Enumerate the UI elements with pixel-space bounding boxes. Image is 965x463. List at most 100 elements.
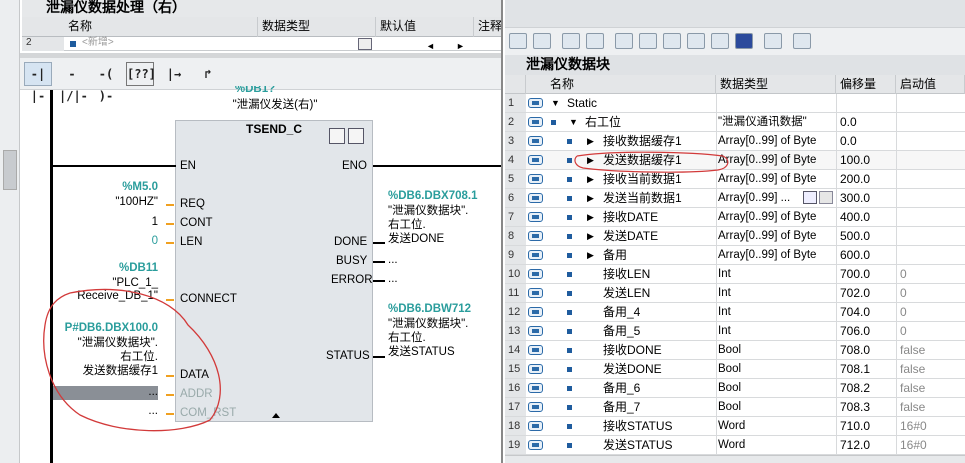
row-start-value[interactable]: false (900, 360, 925, 378)
done-symbol-1[interactable]: "泄漏仪数据块". (388, 204, 468, 218)
db-table-row[interactable]: 1 ▼ Static (505, 94, 965, 113)
row-name[interactable]: 接收数据缓存1 (603, 132, 682, 150)
diagnostics-icon[interactable] (348, 128, 364, 144)
load-start-icon[interactable] (615, 33, 633, 49)
row-name[interactable]: 发送当前数据1 (603, 189, 682, 207)
row-start-value[interactable]: 0 (900, 303, 907, 321)
close-branch-button[interactable]: ↱ (194, 62, 222, 86)
expand-down-icon[interactable]: ▼ (569, 113, 578, 131)
keep-values-icon[interactable] (764, 33, 782, 49)
row-name[interactable]: 备用_5 (603, 322, 640, 340)
resize-icon[interactable]: ◄ (426, 41, 435, 51)
row-datatype[interactable]: Array[0..99] of Byte (718, 246, 816, 264)
db-table-row[interactable]: 19 发送STATUS Word 712.0 16#0 (505, 436, 965, 455)
status-symbol-3[interactable]: 发送STATUS (388, 345, 455, 359)
expand-down-icon[interactable]: ▼ (551, 94, 560, 112)
bottom-scrollbar[interactable] (505, 455, 965, 463)
expand-right-icon[interactable]: ▶ (587, 132, 594, 150)
row-datatype[interactable]: "泄漏仪通讯数据" (718, 113, 807, 131)
db-table-row[interactable]: 3 ▶ 接收数据缓存1 Array[0..99] of Byte 0.0 (505, 132, 965, 151)
error-value[interactable]: ... (388, 272, 398, 286)
db-table-row[interactable]: 14 接收DONE Bool 708.0 false (505, 341, 965, 360)
db-table-row[interactable]: 17 备用_7 Bool 708.3 false (505, 398, 965, 417)
resize-icon[interactable]: ► (456, 41, 465, 51)
row-datatype[interactable]: Array[0..99] ... (718, 189, 790, 207)
row-name[interactable]: 右工位 (585, 113, 621, 131)
connection-config-icon[interactable] (329, 128, 345, 144)
db-table-row[interactable]: 7 ▶ 接收DATE Array[0..99] of Byte 400.0 (505, 208, 965, 227)
req-symbol[interactable]: "100HZ" (80, 195, 158, 209)
row-datatype[interactable]: Int (718, 284, 731, 302)
db-table-row[interactable]: 11 发送LEN Int 702.0 0 (505, 284, 965, 303)
copy-snapshot-icon[interactable] (586, 33, 604, 49)
monitor-icon[interactable] (639, 33, 657, 49)
done-symbol-2[interactable]: 右工位. (388, 218, 426, 232)
expand-right-icon[interactable]: ▶ (587, 246, 594, 264)
coil-button[interactable]: -( )- (92, 62, 120, 103)
open-branch-button[interactable]: |→ (160, 62, 188, 86)
col-datatype[interactable]: 数据类型 (716, 75, 836, 94)
reset-icon[interactable] (687, 33, 705, 49)
db-table-row[interactable]: 6 ▶ 发送当前数据1 Array[0..99] ... 300.0 (505, 189, 965, 208)
row-name[interactable]: 备用 (603, 246, 627, 264)
row-start-value[interactable]: 0 (900, 322, 907, 340)
datatype-dropdown-icon[interactable] (358, 38, 372, 50)
row-start-value[interactable]: 0 (900, 265, 907, 283)
row-name[interactable]: 备用_7 (603, 398, 640, 416)
row-name[interactable]: Static (567, 94, 597, 112)
done-symbol-3[interactable]: 发送DONE (388, 232, 444, 246)
expand-right-icon[interactable]: ▶ (587, 227, 594, 245)
row-start-value[interactable]: false (900, 398, 925, 416)
done-address[interactable]: %DB6.DBX708.1 (388, 189, 477, 203)
row-name[interactable]: 接收LEN (603, 265, 650, 283)
db-table-row[interactable]: 12 备用_4 Int 704.0 0 (505, 303, 965, 322)
dropdown-button[interactable] (819, 191, 833, 204)
db-table-row[interactable]: 2 ▼ 右工位 "泄漏仪通讯数据" 0.0 (505, 113, 965, 132)
expand-right-icon[interactable]: ▶ (587, 189, 594, 207)
row-datatype[interactable]: Int (718, 265, 731, 283)
row-start-value[interactable]: 0 (900, 284, 907, 302)
db-table-row[interactable]: 10 接收LEN Int 700.0 0 (505, 265, 965, 284)
db-table-row[interactable]: 15 发送DONE Bool 708.1 false (505, 360, 965, 379)
status-symbol-1[interactable]: "泄漏仪数据块". (388, 317, 468, 331)
db-table-row[interactable]: 16 备用_6 Bool 708.2 false (505, 379, 965, 398)
left-vertical-scrollbar[interactable] (0, 0, 20, 463)
busy-value[interactable]: ... (388, 253, 398, 267)
copy-values-icon[interactable] (711, 33, 729, 49)
row-name[interactable]: 备用_4 (603, 303, 640, 321)
add-row-icon[interactable] (533, 33, 551, 49)
row-datatype[interactable]: Bool (718, 398, 741, 416)
row-datatype[interactable]: Bool (718, 360, 741, 378)
nc-contact-button[interactable]: -|/|- (58, 62, 88, 103)
db-table-row[interactable]: 9 ▶ 备用 Array[0..99] of Byte 600.0 (505, 246, 965, 265)
row-name[interactable]: 发送DATE (603, 227, 658, 245)
insert-row-icon[interactable] (509, 33, 527, 49)
expand-right-icon[interactable]: ▶ (587, 208, 594, 226)
row-datatype[interactable]: Array[0..99] of Byte (718, 208, 816, 226)
list-button[interactable] (803, 191, 817, 204)
row-start-value[interactable]: 16#0 (900, 417, 927, 435)
glasses-monitor-icon[interactable] (793, 33, 811, 49)
col-start-value[interactable]: 启动值 (896, 75, 965, 94)
row-datatype[interactable]: Int (718, 322, 731, 340)
row-datatype[interactable]: Word (718, 417, 745, 435)
row-start-value[interactable]: false (900, 341, 925, 359)
len-value[interactable]: 0 (120, 234, 158, 248)
collapse-icon[interactable] (272, 413, 280, 418)
row-datatype[interactable]: Word (718, 436, 745, 454)
row-name[interactable]: 发送LEN (603, 284, 650, 302)
row-name[interactable]: 接收STATUS (603, 417, 673, 435)
db-table-row[interactable]: 18 接收STATUS Word 710.0 16#0 (505, 417, 965, 436)
db-table-row[interactable]: 8 ▶ 发送DATE Array[0..99] of Byte 500.0 (505, 227, 965, 246)
col-offset[interactable]: 偏移量 (836, 75, 896, 94)
db-table-row[interactable]: 13 备用_5 Int 706.0 0 (505, 322, 965, 341)
snapshot-icon[interactable] (562, 33, 580, 49)
cont-value[interactable]: 1 (120, 215, 158, 229)
row-name[interactable]: 接收DONE (603, 341, 662, 359)
empty-box-button[interactable]: [??] (126, 62, 156, 86)
col-name[interactable]: 名称 (526, 75, 716, 94)
status-symbol-2[interactable]: 右工位. (388, 331, 426, 345)
row-name[interactable]: 发送STATUS (603, 436, 673, 454)
row-name[interactable]: 接收DATE (603, 208, 658, 226)
row-start-value[interactable]: false (900, 379, 925, 397)
